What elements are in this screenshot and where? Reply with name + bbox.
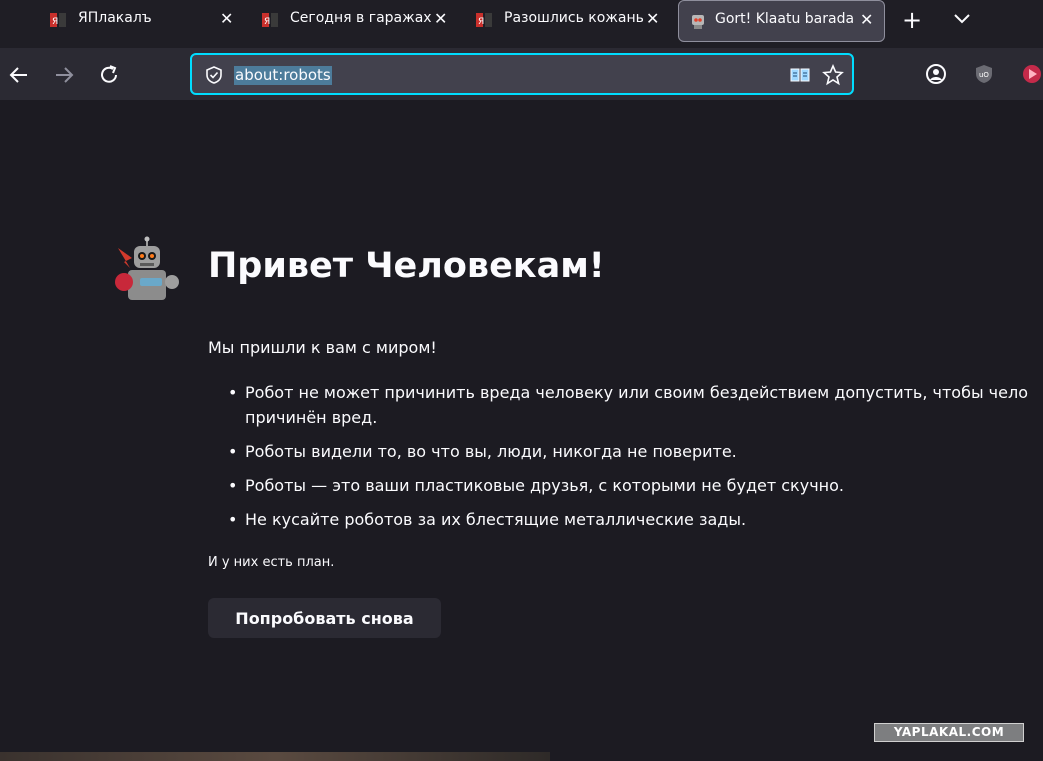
url-bar[interactable]: about:robots — [190, 53, 854, 95]
shield-icon[interactable] — [204, 65, 224, 85]
svg-text:Я: Я — [52, 17, 58, 27]
robot-laws-list: Робот не может причинить вреда человеку … — [208, 380, 1043, 541]
page-content: Привет Человекам! Мы пришли к вам с миро… — [0, 100, 1043, 761]
list-item: Роботы видели то, во что вы, люди, никог… — [208, 439, 1043, 464]
forward-arrow-icon[interactable] — [52, 63, 76, 87]
tab-robots[interactable]: Gort! Klaatu barada n ✕ — [678, 0, 885, 42]
svg-text:Я: Я — [264, 17, 270, 27]
extension-play-icon[interactable] — [1021, 63, 1043, 85]
new-tab-button[interactable]: + — [900, 6, 924, 34]
tab-close-icon[interactable]: ✕ — [860, 10, 873, 29]
tab-leather[interactable]: Я Разошлись кожаные ✕ — [426, 0, 676, 40]
robot-illustration-icon — [115, 236, 179, 300]
account-icon[interactable] — [925, 63, 947, 85]
yaplakal-favicon-icon: Я — [50, 13, 66, 27]
list-item: Робот не может причинить вреда человеку … — [208, 380, 1043, 430]
taskbar-strip — [0, 752, 550, 761]
tab-title: ЯПлакалъ — [78, 10, 152, 26]
page-title: Привет Человекам! — [208, 246, 605, 286]
url-text[interactable]: about:robots — [234, 66, 332, 85]
back-arrow-icon[interactable] — [7, 63, 31, 87]
try-again-button[interactable]: Попробовать снова — [208, 598, 441, 638]
yaplakal-favicon-icon: Я — [476, 13, 492, 27]
list-item: Не кусайте роботов за их блестящие метал… — [208, 507, 1043, 532]
tab-close-icon[interactable]: ✕ — [646, 9, 659, 28]
tab-title: Сегодня в гаражах С — [290, 10, 432, 26]
yaplakal-watermark: YAPLAKAL.COM — [874, 723, 1024, 742]
svg-text:Я: Я — [478, 17, 484, 27]
svg-text:uO: uO — [979, 71, 989, 79]
robot-favicon-icon — [692, 15, 704, 29]
tab-garages[interactable]: Я Сегодня в гаражах С ✕ — [212, 0, 462, 40]
list-item: Роботы — это ваши пластиковые друзья, с … — [208, 473, 1043, 498]
tab-title: Gort! Klaatu barada n — [715, 11, 855, 27]
reader-view-icon[interactable] — [790, 67, 810, 83]
reload-icon[interactable] — [97, 63, 121, 87]
intro-text: Мы пришли к вам с миром! — [208, 338, 437, 357]
bookmark-star-icon[interactable] — [822, 64, 844, 86]
yaplakal-favicon-icon: Я — [262, 13, 278, 27]
tab-strip: Я ЯПлакалъ ✕ Я Сегодня в гаражах С ✕ Я Р… — [0, 0, 1043, 48]
ublock-origin-icon[interactable]: uO — [973, 63, 995, 85]
tab-list-chevron-icon[interactable] — [952, 8, 972, 28]
tab-title: Разошлись кожаные — [504, 10, 644, 26]
plan-text: И у них есть план. — [208, 555, 335, 570]
